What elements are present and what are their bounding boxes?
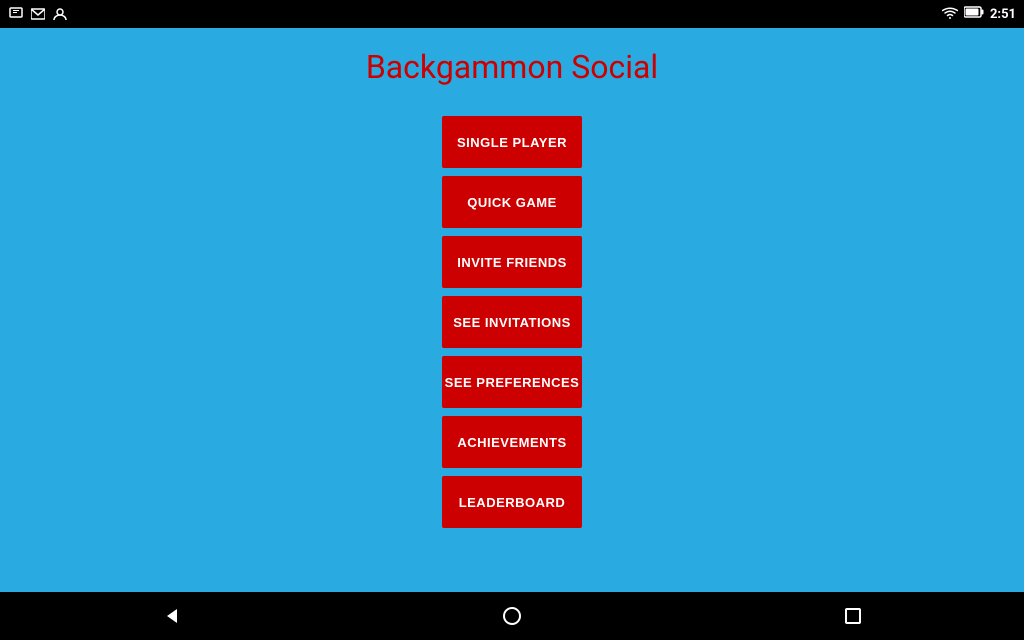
time-display: 2:51 (990, 7, 1016, 22)
home-button[interactable] (482, 596, 542, 636)
see-preferences-button[interactable]: SEE PREFERENCES (442, 356, 582, 408)
battery-icon (964, 6, 984, 22)
status-bar-left (8, 6, 68, 22)
notification-icon-2 (30, 6, 46, 22)
wifi-icon (942, 6, 958, 22)
notification-icon-3 (52, 6, 68, 22)
notification-icon-1 (8, 6, 24, 22)
invite-friends-button[interactable]: INVITE FRIENDS (442, 236, 582, 288)
app-title: Backgammon Social (366, 48, 658, 86)
status-bar-right: 2:51 (942, 6, 1016, 22)
back-button[interactable] (141, 596, 201, 636)
achievements-button[interactable]: ACHIEVEMENTS (442, 416, 582, 468)
leaderboard-button[interactable]: LEADERBOARD (442, 476, 582, 528)
nav-bar (0, 592, 1024, 640)
see-invitations-button[interactable]: SEE INVITATIONS (442, 296, 582, 348)
main-content: Backgammon Social SINGLE PLAYER QUICK GA… (0, 28, 1024, 592)
single-player-button[interactable]: SINGLE PLAYER (442, 116, 582, 168)
quick-game-button[interactable]: QUICK GAME (442, 176, 582, 228)
status-bar: 2:51 (0, 0, 1024, 28)
recent-apps-button[interactable] (823, 596, 883, 636)
menu-container: SINGLE PLAYER QUICK GAME INVITE FRIENDS … (442, 116, 582, 528)
